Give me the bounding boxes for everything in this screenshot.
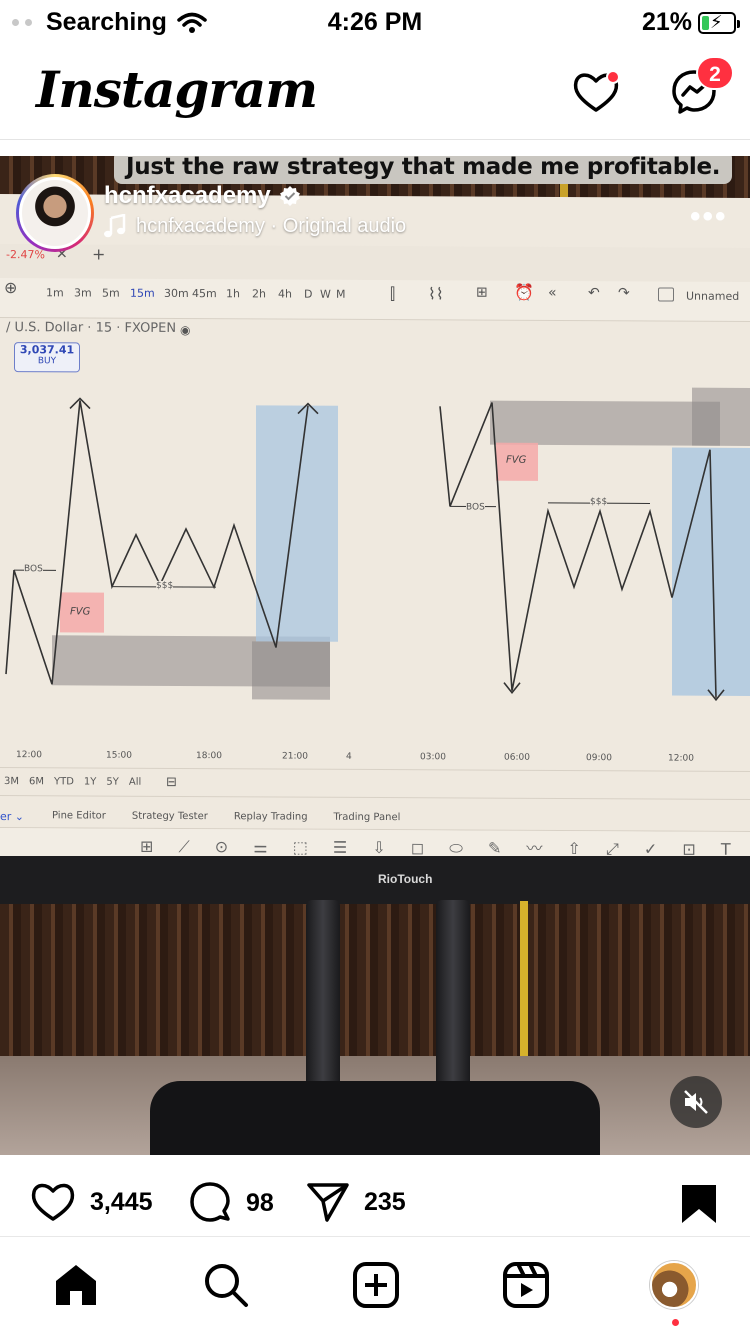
range-ytd: YTD (54, 776, 74, 788)
panel-tab: Strategy Tester (131, 810, 208, 823)
time-tick: 21:00 (282, 751, 308, 762)
time-tick: 18:00 (196, 751, 222, 762)
monitor-bezel (0, 856, 750, 904)
bookmark-icon[interactable] (680, 1183, 718, 1225)
range-1y: 1Y (83, 776, 97, 788)
verified-badge-icon (279, 186, 300, 206)
reels-icon[interactable] (502, 1261, 550, 1309)
time-tick: 15:00 (106, 750, 132, 761)
comment-count[interactable]: 98 (246, 1189, 274, 1218)
panel-tab: Pine Editor (52, 810, 106, 822)
calendar-icon: ⊟ (166, 774, 177, 790)
yellow-pole (520, 901, 528, 1081)
panel-tab-cut: er ⌄ (0, 810, 25, 824)
range-3m: 3M (4, 776, 19, 788)
range-6m: 6M (29, 776, 44, 788)
range-all: All (128, 776, 142, 788)
search-icon[interactable] (202, 1261, 250, 1309)
messages-badge: 2 (696, 56, 734, 90)
author-avatar[interactable] (16, 174, 94, 252)
mute-button[interactable] (670, 1076, 722, 1128)
time-tick: 03:00 (420, 752, 446, 763)
time-tick: 12:00 (16, 750, 42, 761)
monitor-brand: RioTouch (378, 872, 433, 886)
time-tick: 09:00 (586, 753, 612, 764)
left-sss-label: $$$ (156, 580, 174, 591)
stand-base (150, 1081, 600, 1155)
status-bar: Searching 4:26 PM 21% ⚡ (0, 0, 750, 40)
right-fvg-label: FVG (506, 454, 527, 466)
music-note-icon (104, 214, 126, 238)
left-bos-label: BOS (24, 564, 43, 575)
share-count[interactable]: 235 (364, 1188, 406, 1217)
time-tick: 06:00 (504, 752, 530, 763)
time-tick: 4 (346, 751, 352, 762)
home-icon[interactable] (52, 1261, 100, 1309)
battery-icon: ⚡ (698, 11, 740, 34)
app-header: Instagram 2 (0, 40, 750, 140)
monitor-screen: -2.47% ✕ + ⊕ 1m 3m 5m 15m 30m 45m 1h 2h 4h D W M ⫿ … (0, 194, 750, 876)
left-zone-extension (252, 641, 330, 700)
comment-icon[interactable] (188, 1181, 232, 1225)
profile-avatar[interactable] (650, 1261, 698, 1309)
left-fvg-label: FVG (70, 606, 91, 618)
author-username[interactable]: hcnfxacademy (104, 182, 271, 210)
right-zone-extension (692, 387, 750, 446)
post-media[interactable]: -2.47% ✕ + ⊕ 1m 3m 5m 15m 30m 45m 1h 2h 4h D W M ⫿ … (0, 156, 750, 1155)
range-list: 3M 6M YTD 1Y 5Y All (4, 776, 141, 788)
post-author[interactable]: hcnfxacademy hcnfxacademy · Original aud… (16, 174, 406, 252)
time-tick: 12:00 (668, 753, 694, 764)
bottom-tab-bar (0, 1236, 750, 1334)
profile-notification-dot (672, 1319, 679, 1326)
create-post-icon[interactable] (352, 1261, 400, 1309)
chevron-down-icon[interactable] (284, 80, 304, 94)
speaker-muted-icon (684, 1090, 708, 1114)
post-actions: 3,445 98 235 (0, 1155, 750, 1235)
like-count[interactable]: 3,445 (90, 1188, 153, 1217)
audio-label[interactable]: hcnfxacademy · Original audio (136, 215, 406, 238)
notification-dot (606, 70, 620, 84)
range-5y: 5Y (106, 776, 119, 788)
more-options-icon[interactable]: ••• (690, 200, 728, 234)
right-order-block-zone (490, 400, 720, 446)
instagram-logo[interactable]: Instagram (36, 60, 318, 119)
panel-tab: Trading Panel (333, 811, 401, 824)
share-send-icon[interactable] (306, 1181, 350, 1223)
bottom-panel-tabs: Pine Editor Strategy Tester Replay Trading… (52, 810, 400, 823)
caption-overlay: Just the raw strategy that made me profi… (114, 156, 733, 184)
clock: 4:26 PM (327, 8, 423, 36)
left-target-zone (256, 405, 338, 642)
right-sss-label: $$$ (590, 497, 608, 508)
like-heart-icon[interactable] (30, 1181, 76, 1223)
right-bos-label: BOS (466, 502, 485, 513)
battery-percent: 21% (641, 8, 692, 36)
panel-tab: Replay Trading (233, 811, 308, 823)
